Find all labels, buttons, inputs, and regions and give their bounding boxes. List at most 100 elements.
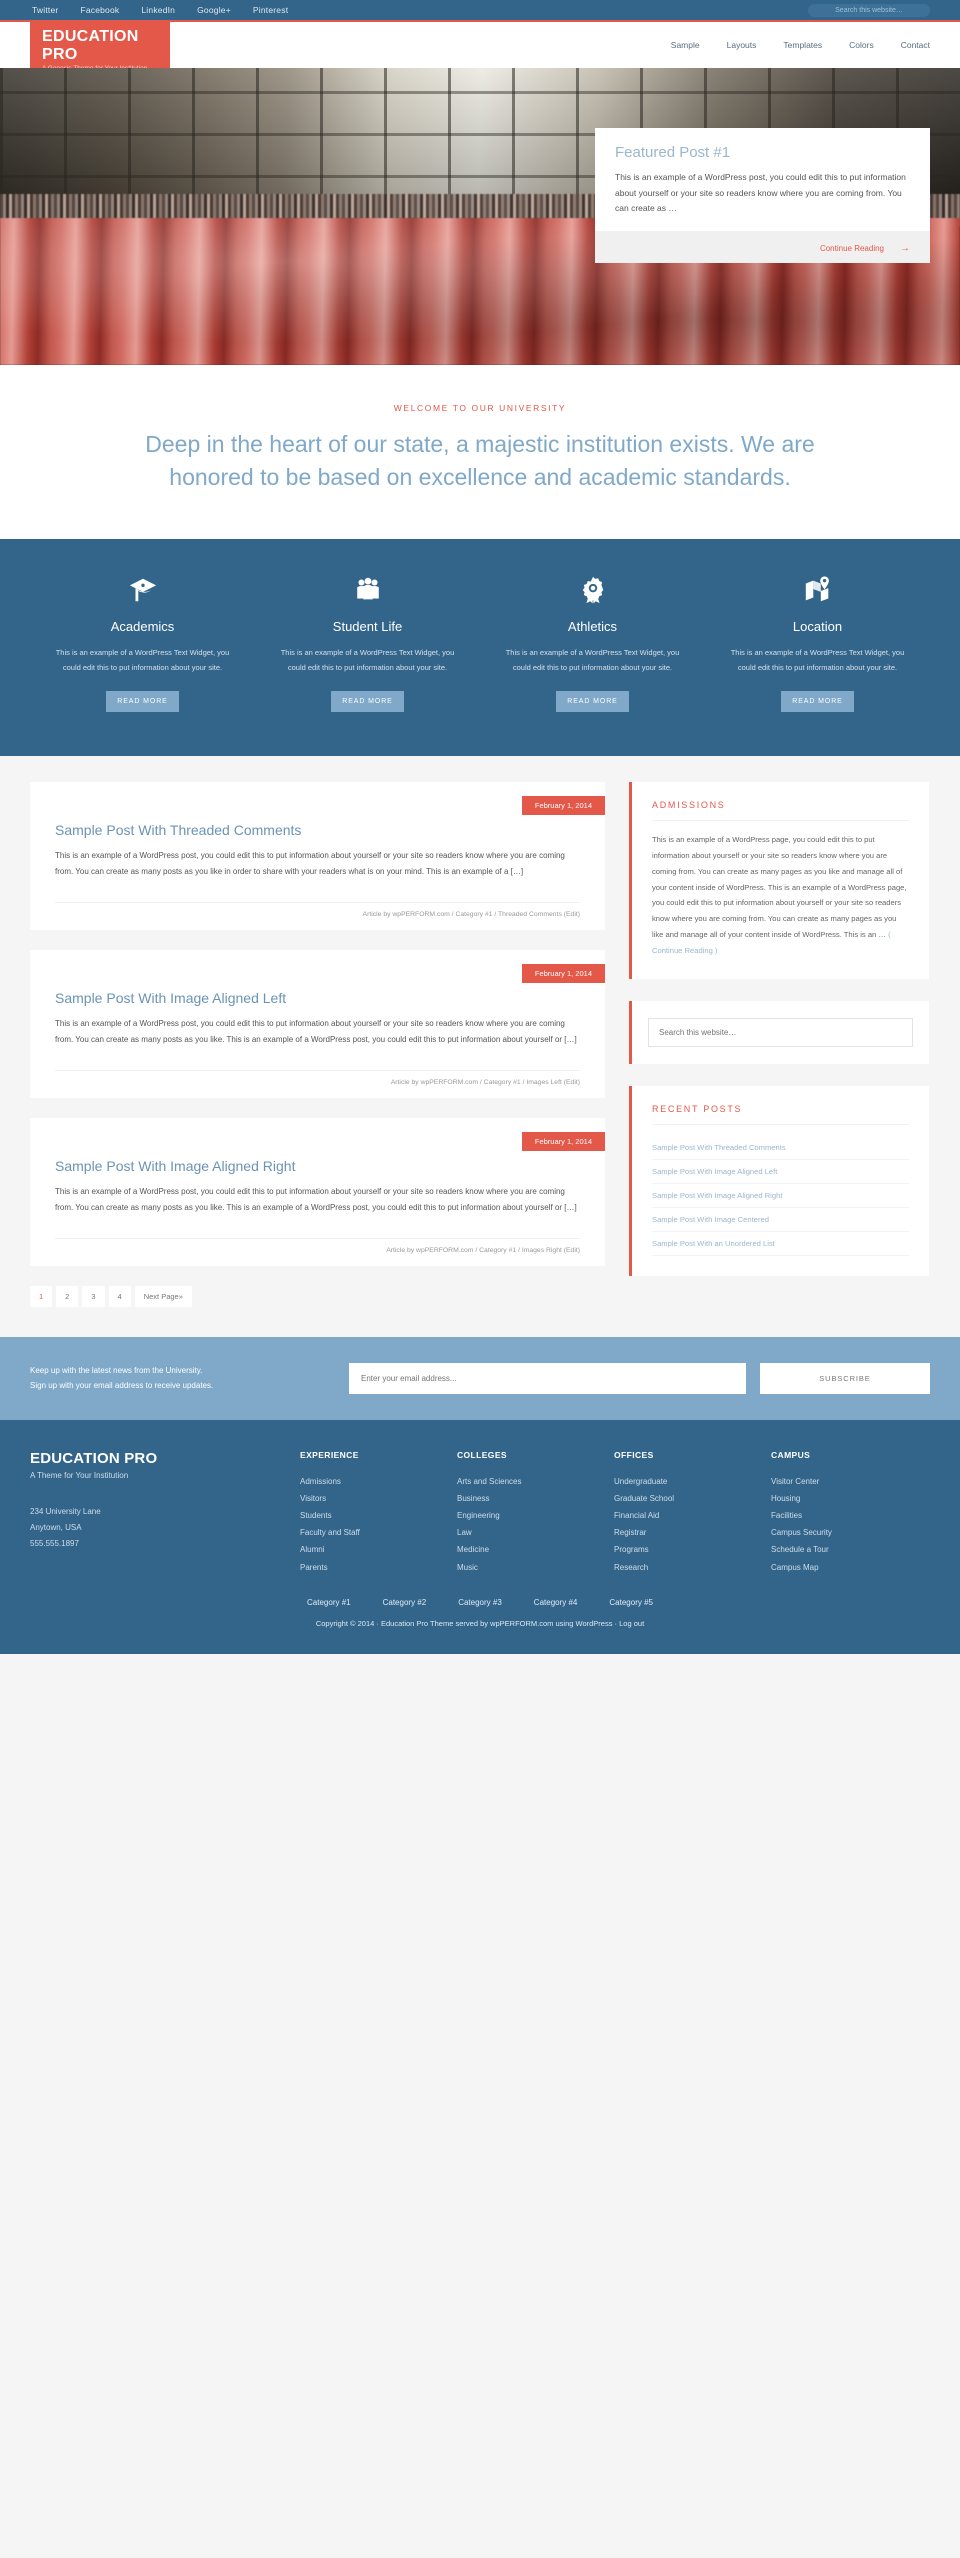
award-ribbon-icon — [498, 573, 687, 607]
footer-link[interactable]: Alumni — [300, 1541, 457, 1558]
footer-column-heading: CAMPUS — [771, 1449, 811, 1460]
social-link-linkedin[interactable]: LinkedIn — [141, 5, 175, 15]
site-header: EDUCATION PRO A Genesis Theme for Your I… — [0, 22, 960, 72]
welcome-headline: Deep in the heart of our state, a majest… — [145, 431, 815, 491]
recent-post-link[interactable]: Sample Post With Image Centered — [652, 1208, 909, 1231]
post-title[interactable]: Sample Post With Image Aligned Right — [55, 1158, 580, 1174]
main-content-column: February 1, 2014 Sample Post With Thread… — [30, 781, 605, 1307]
primary-nav: Sample Layouts Templates Colors Contact — [671, 22, 930, 68]
admissions-body: This is an example of a WordPress page, … — [652, 834, 907, 940]
sidebar: ADMISSIONS This is an example of a WordP… — [629, 781, 929, 1307]
footer-link[interactable]: Visitors — [300, 1490, 457, 1507]
footer-link[interactable]: Arts and Sciences — [457, 1473, 614, 1490]
footer-link[interactable]: Law — [457, 1524, 614, 1541]
feature-read-more-button[interactable]: READ MORE — [331, 690, 404, 712]
social-link-pinterest[interactable]: Pinterest — [253, 5, 288, 15]
list-item: Research — [614, 1559, 771, 1576]
list-item: Sample Post With Image Aligned Left — [652, 1160, 909, 1185]
recent-post-link[interactable]: Sample Post With Image Aligned Left — [652, 1160, 909, 1183]
widget-admissions: ADMISSIONS This is an example of a WordP… — [629, 781, 929, 980]
newsletter-copy: Keep up with the latest news from the Un… — [30, 1363, 335, 1393]
list-item: Graduate School — [614, 1490, 771, 1507]
site-footer: EDUCATION PRO A Theme for Your Instituti… — [0, 1419, 960, 1586]
recent-post-link[interactable]: Sample Post With Threaded Comments — [652, 1136, 909, 1159]
featured-post-continue-link[interactable]: Continue Reading → — [820, 243, 910, 254]
footer-link[interactable]: Housing — [771, 1490, 928, 1507]
footer-link[interactable]: Research — [614, 1559, 771, 1576]
post-meta[interactable]: Article by wpPERFORM.com / Category #1 /… — [55, 1069, 580, 1086]
footer-category-5[interactable]: Category #5 — [609, 1598, 653, 1607]
welcome-section: WELCOME TO OUR UNIVERSITY Deep in the he… — [0, 365, 960, 539]
social-link-twitter[interactable]: Twitter — [32, 5, 58, 15]
features-section: Academics This is an example of a WordPr… — [0, 538, 960, 756]
footer-link[interactable]: Campus Security — [771, 1524, 928, 1541]
page-number-1[interactable]: 1 — [30, 1285, 53, 1307]
nav-item-layouts[interactable]: Layouts — [727, 40, 757, 50]
feature-read-more-button[interactable]: READ MORE — [781, 690, 854, 712]
footer-link[interactable]: Visitor Center — [771, 1473, 928, 1490]
newsletter-subscribe-button[interactable]: SUBSCRIBE — [760, 1362, 930, 1394]
footer-category-1[interactable]: Category #1 — [307, 1598, 351, 1607]
footer-link[interactable]: Business — [457, 1490, 614, 1507]
post-meta[interactable]: Article by wpPERFORM.com / Category #1 /… — [55, 901, 580, 918]
list-item: Visitor Center — [771, 1473, 928, 1490]
social-link-googleplus[interactable]: Google+ — [197, 5, 231, 15]
newsletter-line-1: Keep up with the latest news from the Un… — [30, 1366, 203, 1375]
footer-link[interactable]: Undergraduate — [614, 1473, 771, 1490]
nav-item-templates[interactable]: Templates — [783, 40, 822, 50]
list-item: Arts and Sciences — [457, 1473, 614, 1490]
post-title[interactable]: Sample Post With Image Aligned Left — [55, 990, 580, 1006]
list-item: Music — [457, 1559, 614, 1576]
graduation-cap-icon — [48, 573, 237, 607]
footer-link[interactable]: Parents — [300, 1559, 457, 1576]
footer-link[interactable]: Students — [300, 1507, 457, 1524]
list-item: Parents — [300, 1559, 457, 1576]
copyright-text: Copyright © 2014 · Education Pro Theme s… — [315, 1618, 645, 1628]
recent-post-link[interactable]: Sample Post With Image Aligned Right — [652, 1184, 909, 1207]
list-item: Engineering — [457, 1507, 614, 1524]
post-date-badge: February 1, 2014 — [521, 1131, 605, 1151]
page-number-2[interactable]: 2 — [56, 1285, 79, 1307]
newsletter-email-input[interactable] — [349, 1362, 746, 1394]
welcome-eyebrow: WELCOME TO OUR UNIVERSITY — [393, 403, 567, 413]
list-item: Sample Post With Image Centered — [652, 1208, 909, 1233]
social-link-facebook[interactable]: Facebook — [80, 5, 119, 15]
featured-post-title: Featured Post #1 — [615, 144, 731, 161]
footer-link[interactable]: Faculty and Staff — [300, 1524, 457, 1541]
next-page-button[interactable]: Next Page» — [134, 1285, 192, 1307]
nav-item-contact[interactable]: Contact — [901, 40, 930, 50]
footer-tagline: A Theme for Your Institution — [30, 1470, 129, 1480]
site-logo[interactable]: EDUCATION PRO A Genesis Theme for Your I… — [30, 22, 170, 72]
footer-category-4[interactable]: Category #4 — [534, 1598, 578, 1607]
nav-item-colors[interactable]: Colors — [849, 40, 874, 50]
footer-link[interactable]: Programs — [614, 1541, 771, 1558]
footer-category-nav: Category #1 Category #2 Category #3 Cate… — [0, 1598, 960, 1607]
header-search-input[interactable]: Search this website… — [808, 3, 930, 17]
footer-link[interactable]: Medicine — [457, 1541, 614, 1558]
footer-category-2[interactable]: Category #2 — [383, 1598, 427, 1607]
footer-link[interactable]: Financial Aid — [614, 1507, 771, 1524]
footer-link[interactable]: Music — [457, 1559, 614, 1576]
footer-link[interactable]: Campus Map — [771, 1559, 928, 1576]
post-title[interactable]: Sample Post With Threaded Comments — [55, 822, 580, 838]
post-meta[interactable]: Article by wpPERFORM.com / Category #1 /… — [55, 1237, 580, 1254]
list-item: Admissions — [300, 1473, 457, 1490]
footer-link[interactable]: Admissions — [300, 1473, 457, 1490]
footer-link[interactable]: Schedule a Tour — [771, 1541, 928, 1558]
sidebar-search-input[interactable] — [648, 1018, 913, 1048]
feature-read-more-button[interactable]: READ MORE — [106, 690, 179, 712]
footer-link[interactable]: Engineering — [457, 1507, 614, 1524]
feature-text: This is an example of a WordPress Text W… — [55, 647, 230, 672]
list-item: Registrar — [614, 1524, 771, 1541]
feature-read-more-button[interactable]: READ MORE — [556, 690, 629, 712]
footer-address: 234 University Lane Anytown, USA 555.555… — [30, 1504, 300, 1552]
page-number-4[interactable]: 4 — [108, 1285, 131, 1307]
footer-link[interactable]: Registrar — [614, 1524, 771, 1541]
page-number-3[interactable]: 3 — [82, 1285, 105, 1307]
nav-item-sample[interactable]: Sample — [671, 40, 700, 50]
footer-link[interactable]: Facilities — [771, 1507, 928, 1524]
recent-post-link[interactable]: Sample Post With an Unordered List — [652, 1232, 909, 1255]
footer-category-3[interactable]: Category #3 — [458, 1598, 502, 1607]
post-entry: February 1, 2014 Sample Post With Image … — [30, 1117, 605, 1266]
footer-link[interactable]: Graduate School — [614, 1490, 771, 1507]
